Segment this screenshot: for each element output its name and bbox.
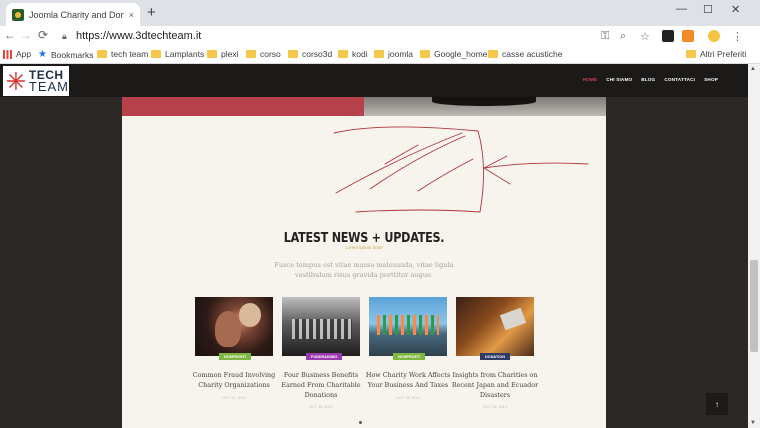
site-header: TECH TEAM HOME CHI SIAMO BLOG CONTATTACI… (0, 64, 748, 97)
bookmark-folder[interactable]: tech team (97, 49, 148, 59)
minimize-button[interactable]: — (676, 3, 687, 15)
scroll-thumb[interactable] (750, 260, 758, 352)
section-subtitle: Lorem ipsum dolor (345, 245, 383, 250)
back-to-top-button[interactable]: ↑ (706, 393, 728, 415)
card-title[interactable]: Four Business Benefits Earned From Chari… (276, 370, 366, 400)
card-date: OCT 16, 2014 (309, 405, 333, 409)
folder-icon (338, 50, 348, 58)
content-area: LATEST NEWS + UPDATES. Lorem ipsum dolor… (122, 97, 606, 428)
nav-item-shop[interactable]: SHOP (704, 77, 718, 82)
tab-title: Joomla Charity and Donation Te (29, 9, 124, 20)
card-date: OCT 16, 2014 (483, 405, 507, 409)
reload-button[interactable]: ⟳ (38, 28, 48, 42)
hand-drawn-annotation (333, 126, 589, 213)
bookmark-folder[interactable]: casse acustiche (488, 49, 562, 59)
folder-icon (288, 50, 298, 58)
joomla-favicon-icon (12, 8, 24, 21)
bookmark-folder[interactable]: corso (246, 49, 281, 59)
category-badge[interactable]: FUNDRAISING (306, 353, 343, 360)
bookmark-bookmarks[interactable]: ★ Bookmarks (38, 49, 93, 60)
apps-grid-icon (3, 49, 12, 59)
browser-toolbar: ← → ⟳ 🔒︎ https://www.3dtechteam.it ⚿ ⌕ ☆… (0, 26, 760, 47)
nav-item-home[interactable]: HOME (583, 77, 598, 82)
maximize-button[interactable]: ☐ (703, 3, 713, 16)
card-date: OCT 16, 2014 (222, 396, 246, 400)
card-date: OCT 16, 2014 (396, 396, 420, 400)
hero-red-panel (122, 97, 364, 116)
bookmark-other[interactable]: Altri Preferiti (686, 49, 746, 59)
card-title[interactable]: How Charity Work Affects Your Business A… (363, 370, 453, 390)
profile-avatar-icon[interactable] (708, 30, 720, 42)
folder-icon (151, 50, 161, 58)
hero-image-shape (432, 97, 536, 106)
new-tab-button[interactable]: + (147, 4, 156, 22)
star-icon: ★ (38, 49, 47, 60)
section-description: Fusce tempus est vitae massa malesuada, … (274, 261, 454, 279)
category-badge[interactable]: NONPROFIT (219, 353, 252, 360)
section-title: LATEST NEWS + UPDATES. (283, 231, 445, 246)
logo-text-team: TEAM (28, 79, 69, 94)
folder-icon (97, 50, 107, 58)
address-bar[interactable]: https://www.3dtechteam.it (76, 30, 201, 42)
back-button[interactable]: ← (4, 28, 16, 42)
browser-tab[interactable]: Joomla Charity and Donation Te × (6, 3, 140, 26)
folder-icon (686, 50, 696, 58)
card-image[interactable] (282, 297, 360, 356)
card-title[interactable]: Common Fraud Involving Charity Organizat… (189, 370, 279, 390)
card-image[interactable] (456, 297, 534, 356)
card-image[interactable] (369, 297, 447, 356)
scroll-up-icon[interactable]: ▲ (750, 66, 756, 72)
category-badge[interactable]: NONPROFIT (393, 353, 426, 360)
news-card[interactable]: NONPROFIT How Charity Work Affects Your … (366, 297, 450, 400)
zoom-icon[interactable]: ⌕ (620, 30, 626, 43)
folder-icon (207, 50, 217, 58)
bookmark-folder[interactable]: Lamplants (151, 49, 204, 59)
bookmark-folder[interactable]: joomla (374, 49, 413, 59)
bookmark-star-icon[interactable]: ☆ (640, 30, 650, 43)
category-badge[interactable]: DONATION (480, 353, 510, 360)
page-viewport: TECH TEAM HOME CHI SIAMO BLOG CONTATTACI… (0, 64, 748, 428)
nav-item-contattaci[interactable]: CONTATTACI (664, 77, 695, 82)
folder-icon (420, 50, 430, 58)
folder-icon (246, 50, 256, 58)
bookmarks-bar: App ★ Bookmarks tech team Lamplants plexi… (0, 47, 760, 64)
bookmark-folder[interactable]: plexi (207, 49, 238, 59)
close-window-button[interactable]: ✕ (731, 3, 740, 16)
folder-icon (488, 50, 498, 58)
nav-item-blog[interactable]: BLOG (641, 77, 655, 82)
news-card[interactable]: DONATION Insights from Charities on Rece… (452, 297, 538, 409)
extension-icon[interactable] (662, 30, 674, 42)
news-card[interactable]: NONPROFIT Common Fraud Involving Charity… (193, 297, 275, 400)
tab-close-icon[interactable]: × (129, 10, 134, 20)
pagination-dot[interactable] (359, 421, 362, 424)
logo-star-icon (6, 72, 25, 90)
folder-icon (374, 50, 384, 58)
key-icon[interactable]: ⚿ (601, 30, 609, 43)
card-title[interactable]: Insights from Charities on Recent Japan … (450, 370, 540, 400)
main-nav: HOME CHI SIAMO BLOG CONTATTACI SHOP (583, 77, 718, 82)
card-image[interactable] (195, 297, 273, 356)
browser-tab-bar: Joomla Charity and Donation Te × + — ☐ ✕ (0, 0, 760, 26)
news-card[interactable]: FUNDRAISING Four Business Benefits Earne… (281, 297, 361, 409)
nav-item-chi-siamo[interactable]: CHI SIAMO (606, 77, 632, 82)
browser-menu-icon[interactable]: ⋮ (732, 30, 743, 43)
bookmark-folder[interactable]: corso3d (288, 49, 332, 59)
scroll-down-icon[interactable]: ▼ (750, 420, 756, 426)
bookmark-apps[interactable]: App (3, 49, 31, 59)
lock-icon: 🔒︎ (62, 31, 67, 41)
forward-button[interactable]: → (20, 28, 32, 42)
site-logo[interactable]: TECH TEAM (3, 66, 69, 96)
bookmark-folder[interactable]: kodi (338, 49, 368, 59)
bookmark-folder[interactable]: Google_home (420, 49, 487, 59)
page-scrollbar[interactable]: ▲ ▼ (748, 64, 760, 428)
extension-orange-icon[interactable] (682, 30, 694, 42)
